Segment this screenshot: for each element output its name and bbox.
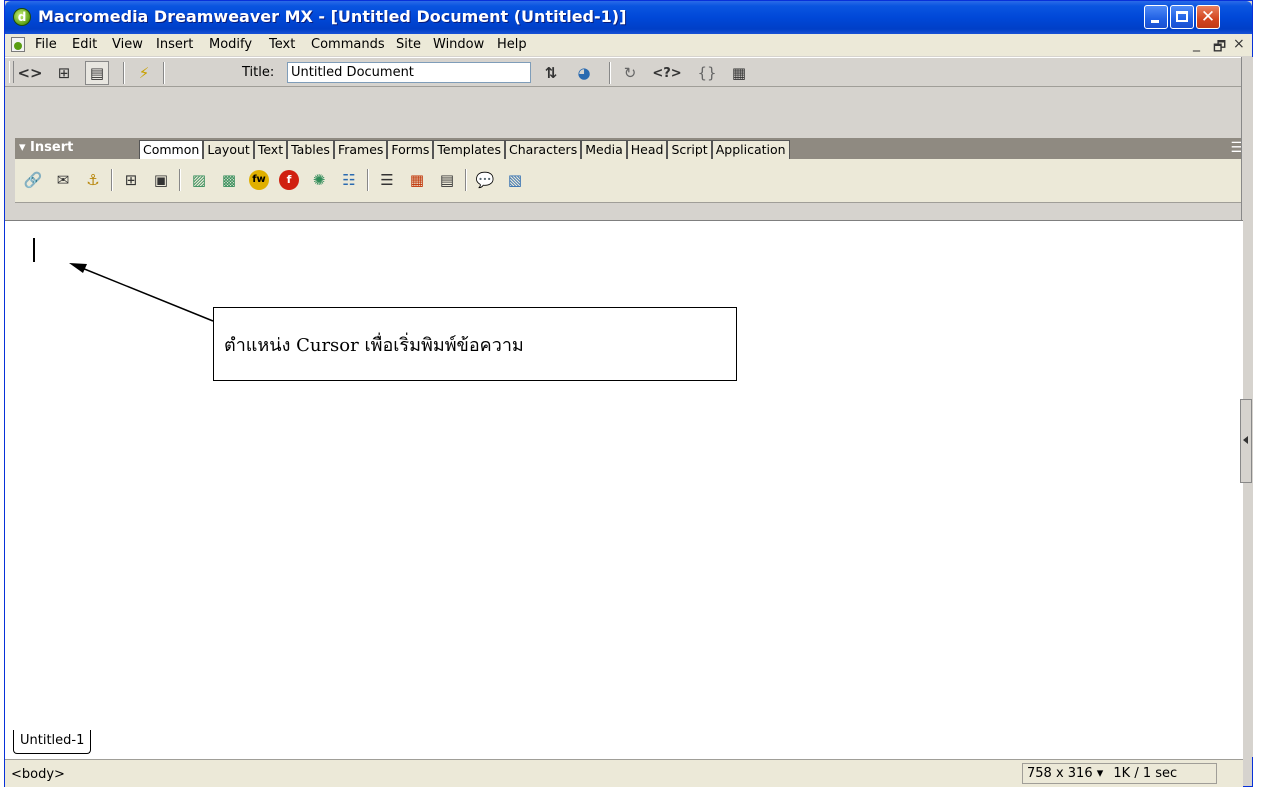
doc-minimize-button[interactable]: _ bbox=[1193, 36, 1200, 52]
navigation-bar-icon[interactable]: ☷ bbox=[337, 168, 361, 192]
tag-chooser-icon[interactable]: ▧ bbox=[503, 168, 527, 192]
preview-browser-icon[interactable]: ◕ bbox=[572, 62, 596, 84]
panel-collapse-handle[interactable] bbox=[1240, 399, 1252, 483]
insert-panel-label[interactable]: ▾ Insert bbox=[19, 140, 73, 155]
download-stats: 1K / 1 sec bbox=[1113, 766, 1178, 781]
image-icon[interactable]: ▨ bbox=[187, 168, 211, 192]
comment-icon[interactable]: 💬 bbox=[473, 168, 497, 192]
insert-bar-header: ▾ Insert Common Layout Text Tables Frame… bbox=[15, 138, 1249, 159]
document-tab[interactable]: Untitled-1 bbox=[13, 730, 92, 754]
tab-text[interactable]: Text bbox=[253, 140, 288, 159]
toolbar-separator bbox=[123, 62, 125, 84]
menu-insert[interactable]: Insert bbox=[156, 37, 193, 52]
minimize-button[interactable] bbox=[1144, 5, 1168, 29]
close-icon: ✕ bbox=[1200, 7, 1216, 27]
minimize-icon bbox=[1151, 20, 1159, 23]
tab-script[interactable]: Script bbox=[667, 140, 712, 159]
status-bar: <body> 758 x 316 ▾ 1K / 1 sec bbox=[5, 759, 1243, 787]
code-navigation-icon[interactable]: {} bbox=[695, 62, 719, 84]
horizontal-rule-icon[interactable]: ☰ bbox=[375, 168, 399, 192]
dreamweaver-window: d Macromedia Dreamweaver MX - [Untitled … bbox=[4, 0, 1253, 787]
window-size-menu[interactable]: 758 x 316 ▾ bbox=[1027, 766, 1103, 781]
menu-text[interactable]: Text bbox=[269, 37, 295, 52]
document-icon[interactable] bbox=[11, 37, 25, 52]
window-title: Macromedia Dreamweaver MX - [Untitled Do… bbox=[38, 7, 627, 26]
code-design-view-icon[interactable]: ⊞ bbox=[53, 62, 75, 84]
maximize-button[interactable] bbox=[1170, 5, 1194, 29]
rollover-image-icon[interactable]: ✺ bbox=[307, 168, 331, 192]
named-anchor-icon[interactable]: ⚓ bbox=[81, 168, 105, 192]
cursor-callout-box: ตำแหน่ง Cursor เพื่อเริ่มพิมพ์ข้อความ bbox=[213, 307, 737, 381]
live-data-icon[interactable]: ⚡ bbox=[133, 62, 155, 84]
tab-frames[interactable]: Frames bbox=[333, 140, 388, 159]
menu-file[interactable]: File bbox=[35, 37, 57, 52]
status-info: 758 x 316 ▾ 1K / 1 sec bbox=[1022, 763, 1217, 784]
icons-separator bbox=[111, 169, 113, 191]
menu-help[interactable]: Help bbox=[497, 37, 527, 52]
tab-characters[interactable]: Characters bbox=[504, 140, 582, 159]
icons-separator bbox=[367, 169, 369, 191]
menu-commands[interactable]: Commands bbox=[311, 37, 385, 52]
insert-icons-row: 🔗 ✉ ⚓ ⊞ ▣ ▨ ▩ fw f ✺ ☷ ☰ ▦ ▤ 💬 ▧ bbox=[15, 159, 1249, 203]
doc-close-button[interactable]: × bbox=[1233, 36, 1245, 52]
menu-window[interactable]: Window bbox=[433, 37, 484, 52]
close-button[interactable]: ✕ bbox=[1196, 5, 1220, 29]
icons-separator bbox=[465, 169, 467, 191]
refresh-icon[interactable]: ↻ bbox=[619, 62, 641, 84]
document-tab-strip: Untitled-1 bbox=[5, 727, 1243, 759]
tab-templates[interactable]: Templates bbox=[433, 140, 505, 159]
menu-view[interactable]: View bbox=[112, 37, 143, 52]
menu-site[interactable]: Site bbox=[396, 37, 421, 52]
tab-common[interactable]: Common bbox=[139, 140, 204, 159]
tab-forms[interactable]: Forms bbox=[387, 140, 434, 159]
document-design-area[interactable]: ตำแหน่ง Cursor เพื่อเริ่มพิมพ์ข้อความ bbox=[5, 220, 1243, 729]
tab-media[interactable]: Media bbox=[581, 140, 627, 159]
toolbar-grip[interactable] bbox=[9, 61, 14, 83]
callout-text: ตำแหน่ง Cursor เพื่อเริ่มพิมพ์ข้อความ bbox=[224, 335, 524, 356]
icons-separator bbox=[179, 169, 181, 191]
code-view-icon[interactable]: <> bbox=[17, 62, 42, 84]
file-management-icon[interactable]: ⇅ bbox=[539, 62, 563, 84]
layer-icon[interactable]: ▣ bbox=[149, 168, 173, 192]
image-placeholder-icon[interactable]: ▩ bbox=[217, 168, 241, 192]
tab-tables[interactable]: Tables bbox=[287, 140, 334, 159]
view-options-icon[interactable]: ▦ bbox=[727, 62, 751, 84]
table-icon[interactable]: ⊞ bbox=[119, 168, 143, 192]
document-toolbar: <> ⊞ ▤ ⚡ Title: ⇅ ◕ ↻ <?> {} ▦ bbox=[5, 57, 1241, 87]
dreamweaver-logo-icon[interactable]: d bbox=[13, 8, 31, 26]
title-input[interactable] bbox=[287, 62, 531, 83]
title-bar[interactable]: d Macromedia Dreamweaver MX - [Untitled … bbox=[5, 1, 1252, 34]
flash-icon[interactable]: f bbox=[277, 168, 301, 192]
insert-tabs: Common Layout Text Tables Frames Forms T… bbox=[139, 140, 790, 159]
email-link-icon[interactable]: ✉ bbox=[51, 168, 75, 192]
toolbar-separator bbox=[163, 62, 165, 84]
menu-bar: File Edit View Insert Modify Text Comman… bbox=[5, 34, 1252, 56]
design-view-icon[interactable]: ▤ bbox=[85, 61, 109, 85]
tabular-data-icon[interactable]: ▤ bbox=[435, 168, 459, 192]
menu-modify[interactable]: Modify bbox=[209, 37, 252, 52]
menu-edit[interactable]: Edit bbox=[72, 37, 97, 52]
reference-icon[interactable]: <?> bbox=[651, 62, 683, 84]
tab-application[interactable]: Application bbox=[711, 140, 790, 159]
tab-head[interactable]: Head bbox=[626, 140, 668, 159]
tab-layout[interactable]: Layout bbox=[203, 140, 254, 159]
title-label: Title: bbox=[242, 65, 275, 80]
maximize-icon bbox=[1176, 11, 1188, 22]
tag-selector[interactable]: <body> bbox=[11, 767, 65, 782]
toolbar-separator bbox=[609, 62, 611, 84]
fireworks-html-icon[interactable]: fw bbox=[247, 168, 271, 192]
hyperlink-icon[interactable]: 🔗 bbox=[21, 168, 45, 192]
date-icon[interactable]: ▦ bbox=[405, 168, 429, 192]
